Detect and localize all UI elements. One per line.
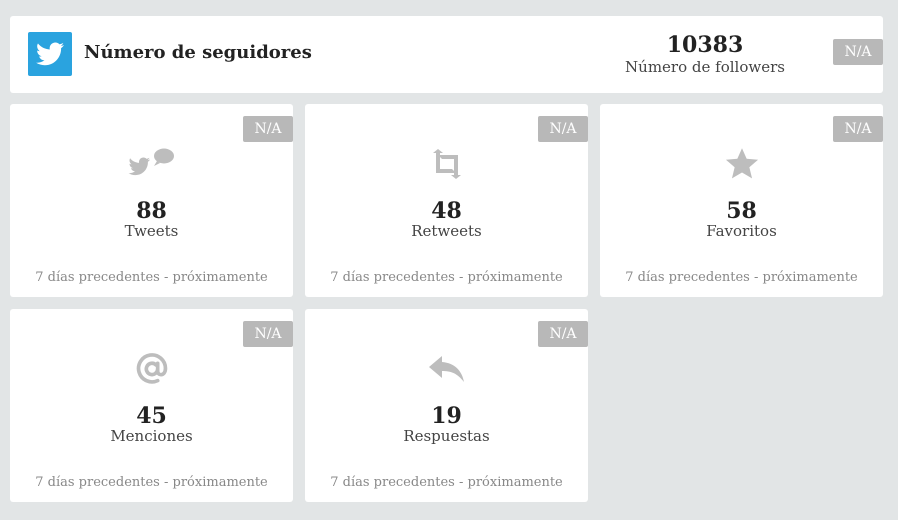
card-title: Número de seguidores [84, 42, 312, 63]
replies-card: N/A 19 Respuestas 7 días precedentes - p… [305, 309, 588, 502]
retweet-icon [305, 146, 588, 182]
retweets-count: 48 [431, 198, 462, 224]
mentions-label: Menciones [110, 427, 193, 445]
na-badge: N/A [538, 321, 588, 347]
tweets-label: Tweets [124, 222, 179, 240]
period-note: 7 días precedentes - próximamente [625, 270, 858, 285]
retweets-label: Retweets [411, 222, 482, 240]
mentions-count: 45 [136, 403, 167, 429]
tweets-count: 88 [136, 198, 167, 224]
followers-count: 10383 [666, 32, 744, 58]
at-sign-icon [10, 351, 293, 387]
na-badge: N/A [243, 116, 293, 142]
replies-count: 19 [431, 403, 462, 429]
tweets-bird-speech-icon [10, 146, 293, 182]
mentions-card: N/A 45 Menciones 7 días precedentes - pr… [10, 309, 293, 502]
na-badge: N/A [243, 321, 293, 347]
period-note: 7 días precedentes - próximamente [330, 270, 563, 285]
followers-label: Número de followers [625, 58, 785, 76]
reply-icon [305, 351, 588, 387]
retweets-card: N/A 48 Retweets 7 días precedentes - pró… [305, 104, 588, 297]
period-note: 7 días precedentes - próximamente [330, 475, 563, 490]
replies-label: Respuestas [403, 427, 490, 445]
na-badge: N/A [538, 116, 588, 142]
period-note: 7 días precedentes - próximamente [35, 475, 268, 490]
followers-card: Número de seguidores 10383 Número de fol… [10, 16, 883, 93]
favorites-label: Favoritos [706, 222, 777, 240]
na-badge: N/A [833, 39, 883, 65]
na-badge: N/A [833, 116, 883, 142]
tweets-card: N/A 88 Tweets 7 días precedentes - próxi… [10, 104, 293, 297]
favorites-card: N/A 58 Favoritos 7 días precedentes - pr… [600, 104, 883, 297]
star-icon [600, 146, 883, 182]
twitter-bird-icon [28, 32, 72, 76]
favorites-count: 58 [726, 198, 757, 224]
followers-stat: 10383 Número de followers [610, 32, 800, 76]
period-note: 7 días precedentes - próximamente [35, 270, 268, 285]
